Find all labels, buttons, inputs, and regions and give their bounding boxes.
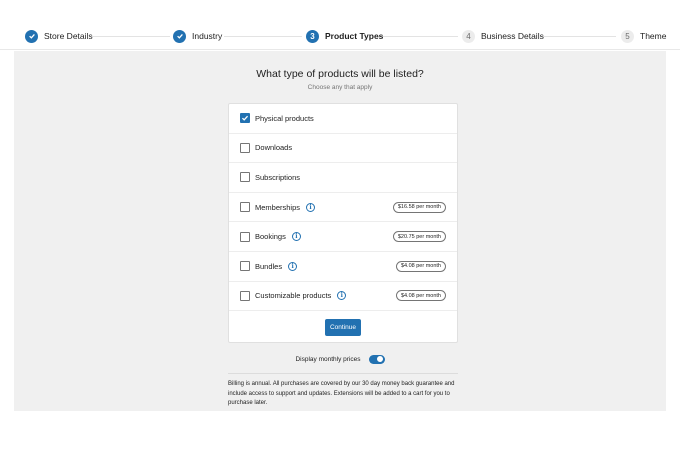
step-label: Business Details bbox=[481, 31, 544, 41]
option-label: Bookings bbox=[255, 232, 286, 242]
setup-stepper: Store Details Industry 3 Product Types 4… bbox=[0, 0, 680, 50]
product-types-card: Physical products Downloads Subscription… bbox=[228, 103, 458, 343]
step-connector bbox=[224, 36, 302, 37]
step-connector bbox=[540, 36, 616, 37]
step-label: Product Types bbox=[325, 31, 384, 41]
toggle-label: Display monthly prices bbox=[295, 355, 361, 363]
option-label: Subscriptions bbox=[255, 172, 301, 182]
checkbox[interactable] bbox=[240, 231, 250, 242]
price-badge: $4.08 per month bbox=[395, 290, 446, 302]
step-theme[interactable]: 5 Theme bbox=[621, 29, 666, 43]
option-bookings[interactable]: Bookings i $20.75 per month bbox=[229, 222, 457, 252]
step-connector bbox=[380, 36, 458, 37]
price-badge: $16.58 per month bbox=[392, 201, 446, 213]
step-label: Store Details bbox=[44, 31, 93, 41]
checkbox[interactable] bbox=[240, 113, 250, 124]
billing-footnote: Billing is annual. All purchases are cov… bbox=[228, 381, 455, 406]
option-label: Bundles bbox=[255, 261, 283, 271]
step-store-details[interactable]: Store Details bbox=[25, 29, 93, 43]
step-label: Theme bbox=[640, 31, 667, 41]
toggle-knob bbox=[377, 356, 384, 362]
page-subtitle: Choose any that apply bbox=[307, 84, 373, 91]
step-number: 3 bbox=[306, 29, 319, 43]
option-label: Memberships bbox=[255, 202, 301, 212]
info-icon[interactable]: i bbox=[306, 202, 316, 212]
option-label-wrap: Memberships i bbox=[255, 202, 316, 212]
step-label: Industry bbox=[192, 31, 223, 41]
page-title: What type of products will be listed? bbox=[256, 68, 424, 80]
checkbox[interactable] bbox=[240, 142, 250, 153]
checkbox[interactable] bbox=[240, 172, 250, 183]
check-icon bbox=[173, 29, 186, 43]
price-badge: $4.08 per month bbox=[395, 260, 446, 272]
option-downloads[interactable]: Downloads bbox=[229, 134, 457, 164]
info-icon[interactable]: i bbox=[337, 291, 347, 301]
checkbox[interactable] bbox=[240, 202, 250, 213]
info-icon[interactable]: i bbox=[291, 232, 301, 242]
checkbox[interactable] bbox=[240, 290, 250, 301]
divider bbox=[228, 373, 458, 374]
step-number: 4 bbox=[462, 29, 475, 43]
checkbox[interactable] bbox=[240, 261, 250, 272]
step-industry[interactable]: Industry bbox=[173, 29, 222, 43]
option-memberships[interactable]: Memberships i $16.58 per month bbox=[229, 193, 457, 223]
check-icon bbox=[25, 29, 38, 43]
option-label: Downloads bbox=[255, 143, 293, 153]
option-physical-products[interactable]: Physical products bbox=[229, 104, 457, 134]
monthly-prices-toggle[interactable] bbox=[368, 354, 385, 364]
check-icon bbox=[241, 116, 249, 122]
option-label: Customizable products bbox=[255, 291, 332, 301]
price-badge: $20.75 per month bbox=[392, 231, 446, 243]
option-customizable-products[interactable]: Customizable products i $4.08 per month bbox=[229, 282, 457, 312]
step-product-types[interactable]: 3 Product Types bbox=[306, 29, 383, 43]
continue-button[interactable]: Continue bbox=[325, 319, 361, 336]
option-label-wrap: Bundles i bbox=[255, 261, 298, 271]
step-connector bbox=[92, 36, 170, 37]
option-subscriptions[interactable]: Subscriptions bbox=[229, 163, 457, 193]
step-business-details[interactable]: 4 Business Details bbox=[462, 29, 544, 43]
option-label-wrap: Customizable products i bbox=[255, 291, 347, 301]
step-number: 5 bbox=[621, 29, 634, 43]
option-label: Physical products bbox=[255, 113, 314, 123]
option-bundles[interactable]: Bundles i $4.08 per month bbox=[229, 252, 457, 282]
option-label-wrap: Bookings i bbox=[255, 232, 301, 242]
monthly-prices-toggle-row: Display monthly prices bbox=[0, 353, 680, 365]
info-icon[interactable]: i bbox=[288, 261, 298, 271]
